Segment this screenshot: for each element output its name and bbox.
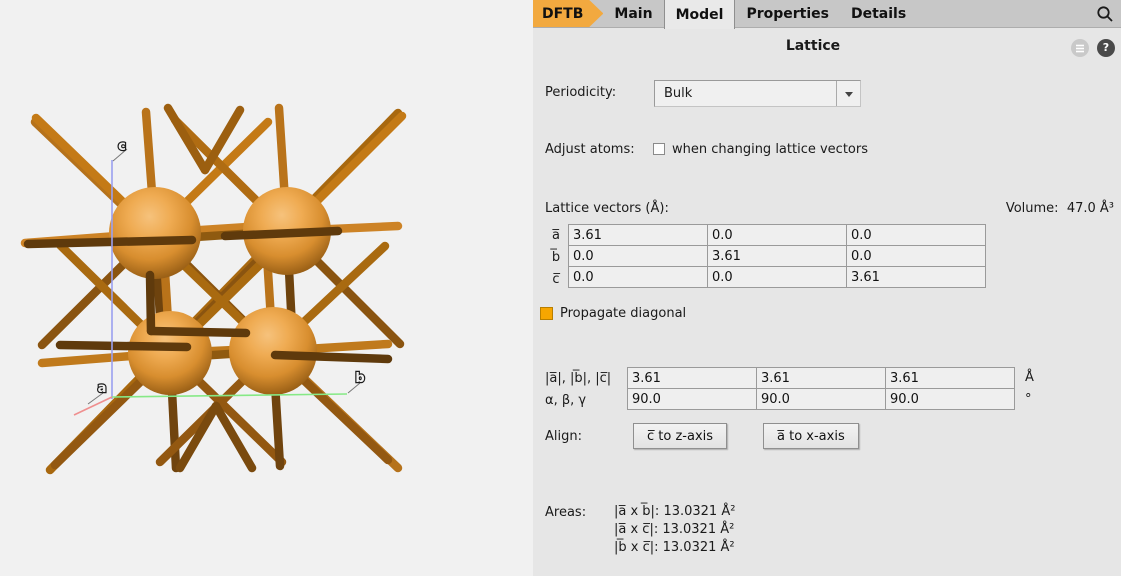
atom-sphere xyxy=(229,307,317,395)
lattice-panel: DFTB Main Model Properties Details Latti… xyxy=(533,0,1121,576)
atom-sphere xyxy=(128,311,212,395)
areas-label: Areas: xyxy=(545,504,586,521)
align-a-to-x-button[interactable]: a̅ to x-axis xyxy=(763,423,859,449)
lattice-vectors-table xyxy=(568,224,986,288)
menu-icon[interactable] xyxy=(1071,39,1089,57)
tab-properties[interactable]: Properties xyxy=(735,0,840,27)
lattice-vectors-label: Lattice vectors (Å): xyxy=(545,200,669,217)
area-ac: |a̅ x c̅|: 13.0321 Å² xyxy=(614,521,734,539)
angles-unit: ° xyxy=(1025,391,1032,408)
table-row xyxy=(568,266,986,288)
lattice-vector-cell[interactable] xyxy=(568,266,708,288)
lattice-vector-cell[interactable] xyxy=(846,224,986,246)
lengths-label: |a̅|, |b̅|, |c̅| xyxy=(545,370,611,387)
length-cell[interactable] xyxy=(756,367,886,389)
align-c-to-z-button[interactable]: c̅ to z-axis xyxy=(633,423,727,449)
table-row xyxy=(568,245,986,267)
adjust-atoms-checkbox[interactable] xyxy=(653,143,665,155)
structure-viewport[interactable]: c a b xyxy=(0,0,533,576)
tab-main[interactable]: Main xyxy=(603,0,663,27)
table-row xyxy=(568,224,986,246)
length-cell[interactable] xyxy=(885,367,1015,389)
periodicity-value: Bulk xyxy=(664,86,692,101)
adjust-atoms-checkbox-label: when changing lattice vectors xyxy=(672,141,868,158)
axis-gizmo xyxy=(74,149,360,415)
periodicity-label: Periodicity: xyxy=(545,84,616,101)
lattice-vector-cell[interactable] xyxy=(707,266,847,288)
table-row xyxy=(627,367,1015,389)
axis-label-a: a xyxy=(98,381,107,396)
help-icon[interactable]: ? xyxy=(1097,39,1115,57)
table-row xyxy=(627,388,1015,410)
lattice-vector-cell[interactable] xyxy=(568,245,708,267)
angle-cell[interactable] xyxy=(627,388,757,410)
tab-bar: DFTB Main Model Properties Details xyxy=(533,0,1121,28)
page-title: Lattice xyxy=(533,38,1093,54)
chevron-down-icon[interactable] xyxy=(836,81,860,106)
angle-cell[interactable] xyxy=(885,388,1015,410)
lattice-vector-cell[interactable] xyxy=(568,224,708,246)
vector-b-label: b̅ xyxy=(548,249,564,266)
volume-readout: Volume: 47.0 Å³ xyxy=(1006,200,1114,217)
propagate-diagonal-label: Propagate diagonal xyxy=(560,305,686,322)
tab-dftb[interactable]: DFTB xyxy=(533,0,603,27)
periodicity-dropdown[interactable]: Bulk xyxy=(654,80,861,107)
lattice-vector-cell[interactable] xyxy=(707,245,847,267)
angle-cell[interactable] xyxy=(756,388,886,410)
area-bc: |b̅ x c̅|: 13.0321 Å² xyxy=(614,539,735,557)
angles-label: α, β, γ xyxy=(545,392,586,409)
bond-sticks xyxy=(25,108,402,470)
lattice-vector-cell[interactable] xyxy=(846,245,986,267)
vector-a-label: a̅ xyxy=(548,227,564,244)
app-window: c a b DFTB Main Model Properties Details… xyxy=(0,0,1121,576)
adjust-atoms-label: Adjust atoms: xyxy=(545,141,635,158)
align-label: Align: xyxy=(545,428,582,445)
vector-c-label: c̅ xyxy=(548,271,564,288)
magnitudes-table xyxy=(627,367,1015,410)
search-icon[interactable] xyxy=(1095,4,1115,24)
area-ab: |a̅ x b̅|: 13.0321 Å² xyxy=(614,503,735,521)
lengths-unit: Å xyxy=(1025,369,1034,386)
length-cell[interactable] xyxy=(627,367,757,389)
propagate-diagonal-checkbox[interactable] xyxy=(540,307,553,320)
axis-label-c: c xyxy=(118,139,126,154)
atom-sphere xyxy=(109,187,201,279)
volume-value: 47.0 Å³ xyxy=(1067,201,1114,216)
tab-details[interactable]: Details xyxy=(840,0,917,27)
volume-label: Volume: xyxy=(1006,201,1059,216)
tab-model[interactable]: Model xyxy=(664,0,736,29)
axis-label-b: b xyxy=(355,371,364,386)
lattice-vector-cell[interactable] xyxy=(707,224,847,246)
lattice-vector-cell[interactable] xyxy=(846,266,986,288)
